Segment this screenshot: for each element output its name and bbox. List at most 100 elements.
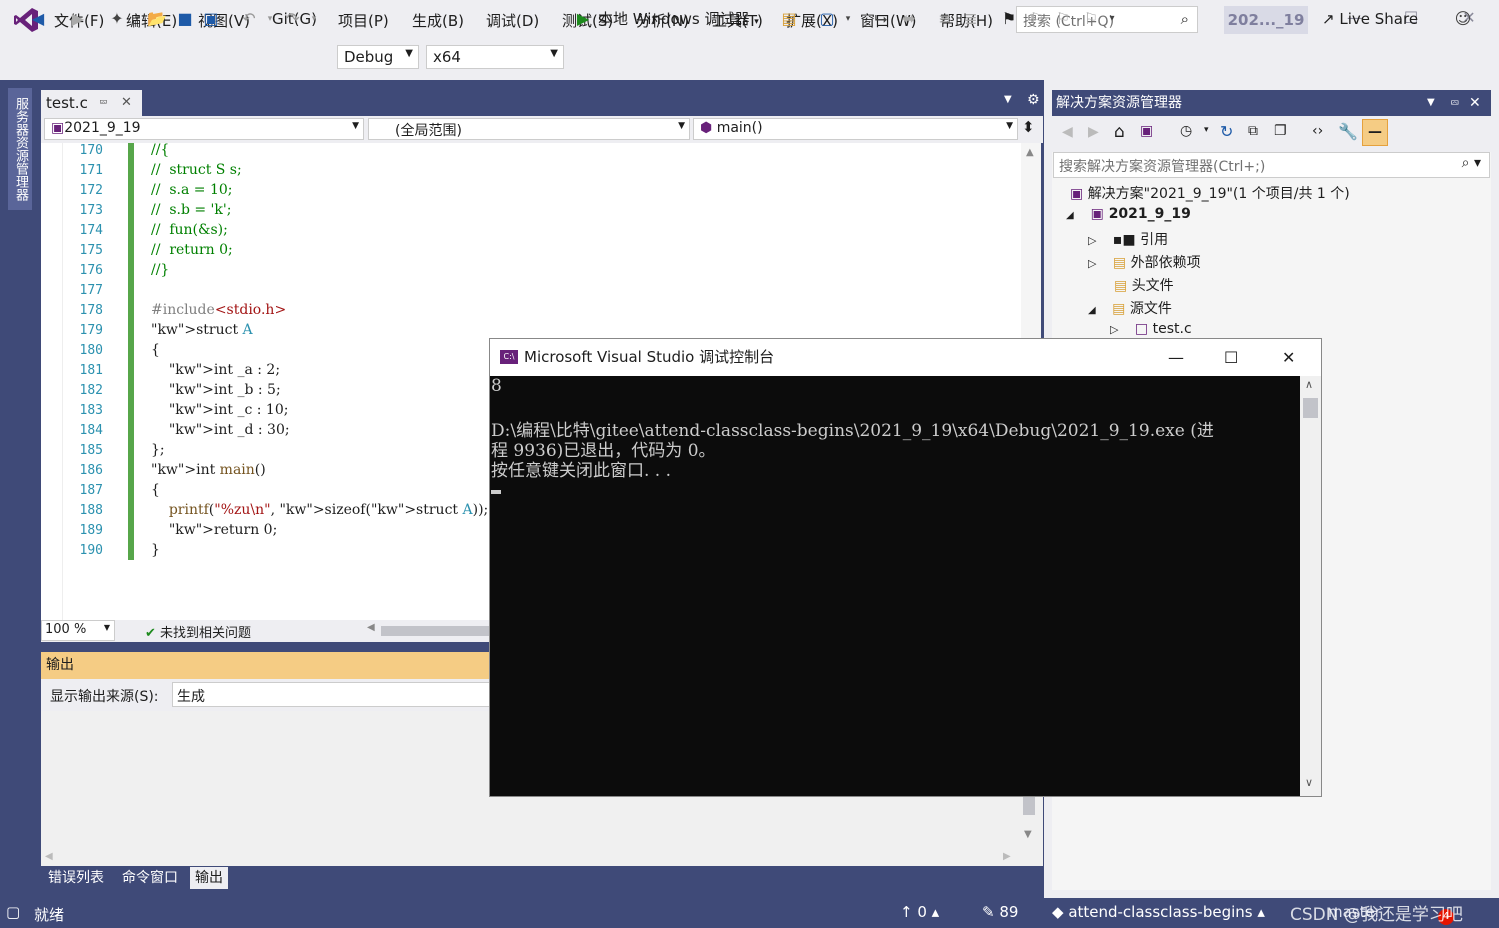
console-title-bar[interactable]: C:\ Microsoft Visual Studio 调试控制台 — ☐ ✕ — [490, 339, 1321, 376]
home-icon[interactable]: ⌂ — [1114, 122, 1125, 142]
uncomment-lines-icon[interactable]: ≣ — [960, 6, 982, 32]
pin-icon[interactable]: ⮹ — [1450, 90, 1460, 116]
project-scope-dropdown[interactable]: ▣2021_9_19 ▼ — [44, 118, 364, 140]
platform-dropdown[interactable]: x64 ▼ — [426, 45, 564, 69]
code-line[interactable]: "kw">return 0; — [151, 522, 278, 538]
preview-window-icon[interactable]: ▢ — [816, 6, 838, 32]
menu-build[interactable]: 生成(B) — [412, 10, 464, 31]
solution-name-badge[interactable]: 202..._19 — [1224, 6, 1308, 34]
step-over-icon[interactable]: ⬌ — [898, 6, 920, 32]
scroll-up-icon[interactable]: ∧ — [1305, 378, 1313, 391]
tree-item-external-deps[interactable]: ▷ ▤ 外部依赖项 — [1088, 252, 1201, 272]
refresh-icon[interactable]: ↻ — [1220, 122, 1233, 141]
save-all-icon[interactable]: ▣ — [200, 6, 222, 32]
tab-error-list[interactable]: 错误列表 — [43, 867, 109, 889]
new-item-icon[interactable]: ✦ — [106, 6, 128, 32]
scroll-up-icon[interactable]: ▲ — [1026, 147, 1034, 158]
horizontal-scroll-thumb[interactable] — [381, 626, 489, 636]
code-line[interactable]: // fun(&s); — [151, 222, 228, 238]
console-scrollbar[interactable]: ∧ ∨ — [1300, 376, 1321, 796]
step-into-icon[interactable]: ⮡ — [870, 6, 892, 32]
code-line[interactable]: "kw">struct A — [151, 322, 253, 338]
maximize-icon[interactable]: ☐ — [1224, 339, 1238, 376]
scroll-right-icon[interactable]: ▶ — [1003, 851, 1011, 862]
code-line[interactable]: "kw">int _d : 30; — [151, 422, 290, 438]
code-line[interactable]: "kw">int _b : 5; — [151, 382, 281, 398]
output-scroll-thumb[interactable] — [1023, 795, 1035, 815]
tab-close-icon[interactable]: ✕ — [121, 90, 132, 116]
menu-debug[interactable]: 调试(D) — [486, 10, 539, 31]
forward-icon[interactable]: ▶ — [1088, 124, 1099, 140]
panel-close-icon[interactable]: ✕ — [1469, 90, 1481, 116]
feedback-icon[interactable]: ☺ — [1452, 6, 1474, 32]
tree-item-source-files[interactable]: ◢ ▤ 源文件 — [1088, 298, 1172, 318]
minimize-icon[interactable]: — — [1168, 339, 1184, 376]
forward-icon[interactable]: ▶ — [68, 6, 88, 32]
tab-command-window[interactable]: 命令窗口 — [117, 867, 183, 889]
menu-project[interactable]: 项目(P) — [338, 10, 389, 31]
pencil-icon[interactable]: ✎ 89 — [982, 903, 1018, 921]
expand-down-icon[interactable]: ◢ — [1088, 305, 1096, 316]
next-bookmark-icon[interactable]: ⚐ — [1052, 6, 1074, 32]
live-share-button[interactable]: ↗ Live Share — [1322, 6, 1432, 32]
preview-selected-icon[interactable]: — — [1362, 119, 1388, 146]
back-icon[interactable]: ◀ — [1062, 124, 1073, 140]
code-line[interactable]: }; — [151, 442, 165, 458]
console-scroll-thumb[interactable] — [1303, 398, 1318, 418]
clear-bookmarks-icon[interactable]: ⚐ — [1080, 6, 1102, 32]
open-folder-icon[interactable]: 📂 — [146, 6, 168, 32]
collapse-all-icon[interactable]: ⧉ — [1248, 123, 1258, 139]
close-icon[interactable]: ✕ — [1282, 339, 1295, 376]
undo-dropdown-icon[interactable]: ▾ — [264, 6, 276, 32]
tree-item-test-c[interactable]: ▷ □ test.c — [1110, 321, 1192, 337]
server-explorer-tab[interactable]: 服务器资源管理器 — [8, 88, 32, 210]
issues-indicator[interactable]: ✔ 未找到相关问题 — [145, 622, 251, 641]
code-line[interactable]: // s.b = 'k'; — [151, 202, 231, 218]
tree-item-header-files[interactable]: ▤ 头文件 — [1114, 275, 1174, 295]
code-line[interactable]: #include<stdio.h> — [151, 302, 286, 318]
show-all-files-icon[interactable]: ❐ — [1274, 123, 1287, 139]
scroll-down-icon[interactable]: ∨ — [1305, 776, 1313, 789]
back-icon[interactable]: ◀ — [28, 6, 48, 32]
push-up-arrow-icon[interactable]: ↑ 0 ▴ — [900, 903, 939, 921]
pending-changes-icon[interactable]: ◷ — [1180, 123, 1192, 139]
panel-menu-icon[interactable]: ▼ — [1427, 90, 1435, 116]
tree-item-project[interactable]: ◢ ▣ 2021_9_19 — [1066, 206, 1191, 222]
start-debug-icon[interactable]: ▶ — [574, 6, 592, 32]
tab-test-c[interactable]: test.c ⮹ ✕ — [41, 90, 142, 116]
browse-folder-icon[interactable]: ▤ — [778, 6, 800, 32]
global-scope-dropdown[interactable]: (全局范围) ▼ — [368, 118, 690, 140]
code-line[interactable]: //{ — [151, 142, 169, 158]
scroll-left-icon[interactable]: ◀ — [45, 851, 53, 862]
output-source-dropdown[interactable]: 生成 — [172, 682, 490, 707]
code-line[interactable]: // s.a = 10; — [151, 182, 232, 198]
code-line[interactable]: // struct S s; — [151, 162, 242, 178]
expand-right-icon[interactable]: ▷ — [1088, 257, 1096, 270]
redo-icon[interactable]: ↷ — [282, 6, 304, 32]
scroll-left-icon[interactable]: ◀ — [367, 622, 375, 633]
code-line[interactable]: "kw">int _a : 2; — [151, 362, 280, 378]
tab-list-icon[interactable]: ▼ — [1004, 94, 1012, 105]
tab-output[interactable]: 输出 — [190, 867, 228, 889]
code-line[interactable]: "kw">int _c : 10; — [151, 402, 289, 418]
comment-lines-icon[interactable]: ≡ — [934, 6, 956, 32]
zoom-dropdown[interactable]: 100 % ▼ — [41, 620, 115, 641]
preview-dropdown-icon[interactable]: ▾ — [842, 6, 854, 32]
expand-down-icon[interactable]: ◢ — [1066, 210, 1074, 221]
code-line[interactable]: } — [151, 542, 160, 558]
chevron-down-icon[interactable]: ▾ — [1204, 125, 1209, 135]
back-dropdown-icon[interactable]: ▾ — [52, 6, 64, 32]
solution-config-dropdown[interactable]: Debug ▼ — [337, 45, 419, 69]
solution-search-input[interactable]: 搜索解决方案资源管理器(Ctrl+;) ⌕ ▾ — [1053, 152, 1490, 178]
code-line[interactable]: printf("%zu\n", "kw">sizeof("kw">struct … — [151, 502, 488, 518]
tree-item-solution[interactable]: ▣ 解决方案"2021_9_19"(1 个项目/共 1 个) — [1070, 183, 1350, 203]
start-debugger-button[interactable]: 本地 Windows 调试器 ▾ — [598, 6, 766, 32]
pin-icon[interactable]: ⮹ — [99, 90, 108, 116]
git-repo-icon[interactable]: ◆ attend-classclass-begins ▴ — [1052, 903, 1265, 921]
code-line[interactable]: "kw">int main() — [151, 462, 266, 478]
expand-right-icon[interactable]: ▷ — [1088, 234, 1096, 247]
scroll-down-icon[interactable]: ▼ — [1024, 829, 1032, 840]
toolbar-overflow-icon[interactable]: ▾ — [1104, 6, 1120, 32]
expand-right-icon[interactable]: ▷ — [1110, 323, 1118, 336]
prev-bookmark-icon[interactable]: ⚐ — [1026, 6, 1048, 32]
